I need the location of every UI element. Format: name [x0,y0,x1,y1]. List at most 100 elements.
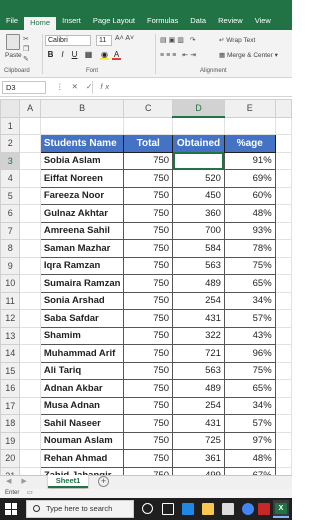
tab-file[interactable]: File [0,0,24,30]
student-name-cell[interactable]: Musa Adnan [39,396,125,415]
row-header[interactable]: 20 [0,449,21,468]
borders-icon[interactable]: ▦ [84,50,93,60]
percentage-cell[interactable]: 75% [223,361,276,380]
row-header[interactable]: 5 [0,186,21,205]
obtained-cell[interactable]: 584 [172,239,225,258]
obtained-cell[interactable]: 725 [172,431,225,450]
obtained-cell[interactable]: 360 [172,204,225,223]
cut-icon[interactable]: ✂ [23,35,29,45]
cell[interactable] [19,274,41,293]
cell[interactable] [19,414,41,433]
student-name-cell[interactable]: Zahid Jahangir [39,466,125,475]
cell[interactable] [19,431,41,450]
cell[interactable] [274,431,292,450]
sheet-tab-sheet1[interactable]: Sheet1 [48,475,88,488]
cell[interactable] [19,379,41,398]
cell[interactable] [19,256,41,275]
percentage-cell[interactable]: 43% [223,326,276,345]
font-size-select[interactable]: 11 [96,35,112,46]
obtained-cell[interactable]: 361 [172,449,225,468]
taskbar-search-box[interactable]: Type here to search [26,500,134,518]
row-header[interactable]: 7 [0,221,21,240]
cell[interactable] [172,116,225,135]
header-cell[interactable]: Obtained [172,134,225,153]
cell[interactable] [274,239,292,258]
cell[interactable] [19,291,41,310]
obtained-cell[interactable]: 322 [172,326,225,345]
obtained-cell[interactable]: 520 [172,169,225,188]
task-view-icon[interactable] [162,503,174,515]
cell[interactable] [123,116,174,135]
cell[interactable] [274,449,292,468]
total-cell[interactable]: 750 [123,466,174,475]
percentage-cell[interactable]: 34% [223,396,276,415]
cell[interactable] [19,361,41,380]
cell[interactable] [19,396,41,415]
add-sheet-button[interactable]: + [98,476,109,487]
windows-start-icon[interactable] [5,503,17,515]
student-name-cell[interactable]: Gulnaz Akhtar [39,204,125,223]
cell[interactable] [19,134,41,153]
cell[interactable] [274,414,292,433]
tab-data[interactable]: Data [184,0,212,30]
student-name-cell[interactable]: Nouman Aslam [39,431,125,450]
column-header-d[interactable]: D [172,99,225,118]
percentage-cell[interactable]: 67% [223,466,276,475]
percentage-cell[interactable]: 57% [223,414,276,433]
tab-home[interactable]: Home [24,17,57,30]
obtained-cell[interactable]: 431 [172,414,225,433]
total-cell[interactable]: 750 [123,379,174,398]
student-name-cell[interactable]: Sumaira Ramzan [39,274,125,293]
worksheet-grid[interactable]: ABCDE 1 2 Students Name Total Obtained %age 3 S… [0,99,292,475]
row-header[interactable]: 12 [0,309,21,328]
tab-insert[interactable]: Insert [56,0,87,30]
row-header[interactable]: 16 [0,379,21,398]
cell[interactable] [274,396,292,415]
total-cell[interactable]: 750 [123,449,174,468]
cortana-icon[interactable] [142,503,153,514]
total-cell[interactable]: 750 [123,151,174,170]
cell[interactable] [274,221,292,240]
percentage-cell[interactable]: 60% [223,186,276,205]
obtained-cell[interactable]: 450 [172,186,225,205]
edge-icon[interactable] [182,503,194,515]
student-name-cell[interactable]: Saman Mazhar [39,239,125,258]
cell[interactable] [274,116,292,135]
total-cell[interactable]: 750 [123,256,174,275]
student-name-cell[interactable]: Adnan Akbar [39,379,125,398]
fill-color-icon[interactable]: ◉ [100,50,109,60]
row-header[interactable]: 2 [0,134,21,153]
row-header[interactable]: 8 [0,239,21,258]
percentage-cell[interactable]: 48% [223,449,276,468]
cell[interactable] [19,344,41,363]
row-header[interactable]: 14 [0,344,21,363]
column-header-b[interactable]: B [39,99,125,118]
obtained-cell[interactable]: 563 [172,361,225,380]
row-header[interactable]: 1 [0,116,21,135]
total-cell[interactable]: 750 [123,309,174,328]
row-header[interactable]: 21 [0,466,21,475]
tab-formulas[interactable]: Formulas [141,0,184,30]
row-header[interactable]: 11 [0,291,21,310]
student-name-cell[interactable]: Rehan Ahmad [39,449,125,468]
paste-button[interactable]: Paste [5,52,22,59]
cell[interactable] [19,151,41,170]
cell[interactable] [274,344,292,363]
student-name-cell[interactable]: Amreena Sahil [39,221,125,240]
percentage-cell[interactable]: 57% [223,309,276,328]
column-header-c[interactable]: C [123,99,174,118]
cell[interactable] [274,274,292,293]
header-cell[interactable]: Students Name [39,134,125,153]
paste-icon[interactable] [6,34,20,50]
row-header[interactable]: 10 [0,274,21,293]
student-name-cell[interactable]: Saba Safdar [39,309,125,328]
cell[interactable] [274,256,292,275]
total-cell[interactable]: 750 [123,431,174,450]
cell[interactable] [19,204,41,223]
tab-review[interactable]: Review [212,0,249,30]
cell[interactable] [19,466,41,475]
obtained-cell[interactable] [172,151,225,170]
cell[interactable] [19,449,41,468]
total-cell[interactable]: 750 [123,326,174,345]
percentage-cell[interactable]: 69% [223,169,276,188]
